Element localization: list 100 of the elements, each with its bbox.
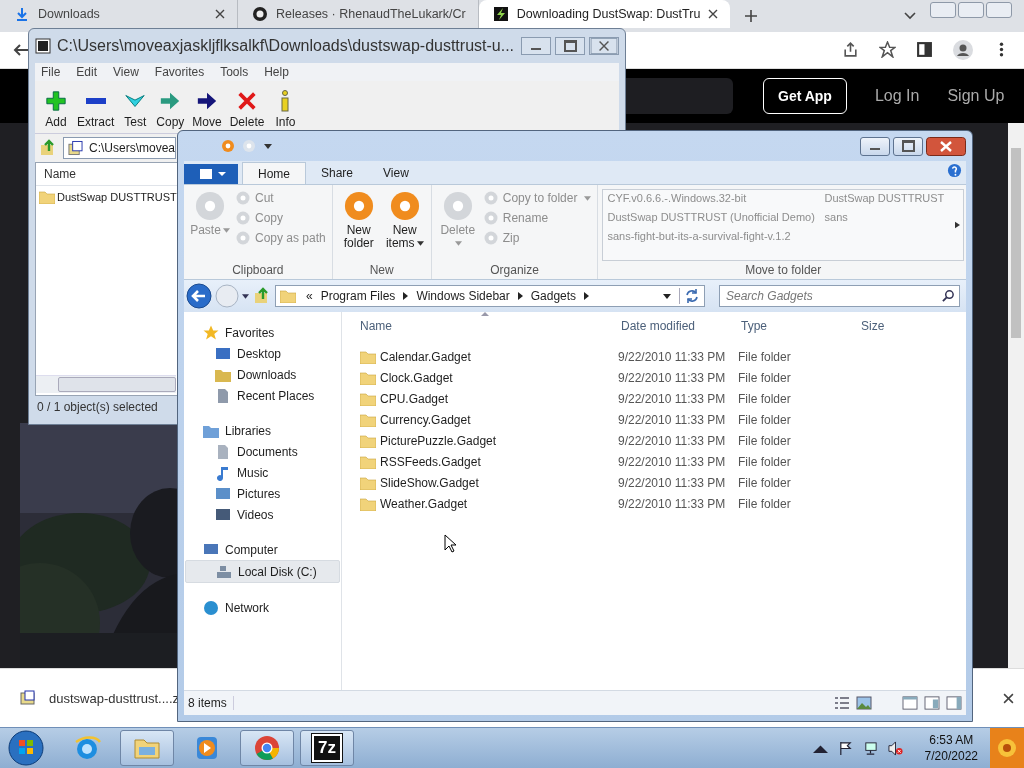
menu-item[interactable]: Edit: [76, 65, 98, 79]
clock[interactable]: 6:53 AM 7/20/2022: [924, 732, 978, 764]
new-tab-icon[interactable]: [744, 8, 759, 23]
column-header[interactable]: Name: [360, 319, 621, 333]
close-icon[interactable]: [215, 9, 225, 19]
file-menu-button[interactable]: [184, 164, 238, 184]
scrollbar[interactable]: [36, 375, 176, 393]
taskbar-button[interactable]: [240, 730, 294, 766]
breadcrumb-item[interactable]: Program Files: [320, 289, 396, 303]
caret-icon[interactable]: [242, 293, 249, 299]
toolbar-button[interactable]: Add: [39, 90, 73, 129]
details-pane-icon[interactable]: [946, 696, 962, 710]
back-arrow-icon[interactable]: [13, 41, 29, 58]
nav-item[interactable]: Music: [185, 462, 340, 483]
globe-icon: [203, 599, 219, 616]
ribbon-tab[interactable]: Share: [306, 162, 369, 184]
toolbar-button[interactable]: Copy: [152, 90, 189, 129]
speaker-muted-icon[interactable]: [887, 740, 903, 756]
caret-icon[interactable]: [403, 292, 409, 300]
nav-item[interactable]: Recent Places: [185, 385, 340, 406]
share-icon[interactable]: [842, 41, 859, 59]
menu-item[interactable]: File: [41, 65, 61, 79]
column-header[interactable]: Name: [44, 167, 76, 181]
maximize-button[interactable]: [555, 37, 585, 55]
back-button[interactable]: [186, 283, 212, 309]
nav-item[interactable]: Videos: [185, 504, 340, 525]
file-name[interactable]: Currency.Gadget: [360, 412, 618, 427]
column-header[interactable]: Type: [741, 319, 861, 333]
window-pane-icon[interactable]: [902, 696, 918, 710]
start-button[interactable]: [8, 730, 44, 766]
caret-icon[interactable]: [663, 293, 671, 299]
ribbon-tab[interactable]: Home: [242, 162, 306, 184]
ribbon-button[interactable]: New items: [384, 189, 425, 263]
maximize-button[interactable]: [893, 136, 923, 156]
taskbar-button[interactable]: [120, 730, 174, 766]
breadcrumb-item[interactable]: Windows Sidebar: [416, 289, 510, 303]
close-button[interactable]: [589, 37, 619, 55]
show-desktop-button[interactable]: [990, 728, 1024, 768]
file-name[interactable]: CPU.Gadget: [360, 391, 618, 406]
browser-tab[interactable]: Downloading DustSwap: DustTru: [478, 0, 731, 28]
menu-item[interactable]: View: [113, 65, 139, 79]
caret-icon[interactable]: [584, 292, 590, 300]
download-file-name[interactable]: dustswap-dusttrust....z: [49, 690, 180, 706]
file-name[interactable]: RSSFeeds.Gadget: [360, 454, 618, 469]
column-header[interactable]: Date modified: [621, 319, 741, 333]
nav-item[interactable]: Libraries: [185, 420, 340, 441]
minimize-button[interactable]: [521, 37, 551, 55]
menu-item[interactable]: Favorites: [154, 65, 205, 79]
chevron-down-icon[interactable]: [904, 11, 916, 20]
nav-item[interactable]: Favorites: [185, 322, 340, 343]
toolbar-button[interactable]: Move: [188, 90, 226, 129]
search-icon[interactable]: [942, 289, 955, 302]
taskbar-button[interactable]: 7z: [300, 730, 354, 766]
header-link[interactable]: Log In: [874, 87, 920, 105]
refresh-icon[interactable]: [679, 288, 700, 304]
nav-item[interactable]: Desktop: [185, 343, 340, 364]
ribbon-tab[interactable]: View: [368, 162, 424, 184]
path-field[interactable]: C:\Users\movea: [63, 137, 176, 159]
ribbon-button[interactable]: New folder: [338, 189, 379, 263]
caret-icon[interactable]: [955, 221, 960, 229]
toolbar-button[interactable]: Info: [268, 90, 303, 129]
file-name[interactable]: PicturePuzzle.Gadget: [360, 433, 618, 448]
search-field[interactable]: Search Gadgets: [719, 285, 960, 307]
side-panel-icon[interactable]: [916, 41, 933, 59]
details-view-icon[interactable]: [834, 696, 850, 710]
star-icon[interactable]: [879, 41, 896, 59]
profile-icon[interactable]: [953, 39, 973, 60]
breadcrumb-item[interactable]: Gadgets: [530, 289, 577, 303]
minimize-button[interactable]: [860, 136, 890, 156]
help-icon[interactable]: [947, 163, 962, 178]
caret-icon[interactable]: [517, 292, 523, 300]
file-row[interactable]: DustSwap DUSTTRUST: [39, 190, 177, 204]
nav-item[interactable]: Computer: [185, 539, 340, 560]
folder-icon: [360, 496, 376, 511]
nav-item[interactable]: Downloads: [185, 364, 340, 385]
file-name[interactable]: Calendar.Gadget: [360, 349, 618, 364]
file-name[interactable]: Weather.Gadget: [360, 496, 618, 511]
column-header[interactable]: Size: [861, 319, 941, 333]
file-name[interactable]: SlideShow.Gadget: [360, 475, 618, 490]
scrollbar[interactable]: [1008, 123, 1024, 668]
header-link[interactable]: Sign Up: [947, 87, 1005, 105]
menu-item[interactable]: Tools: [220, 65, 249, 79]
nav-item[interactable]: Network: [185, 597, 340, 618]
toolbar-button[interactable]: Delete: [225, 90, 269, 129]
preview-pane-icon[interactable]: [924, 696, 940, 710]
nav-item[interactable]: Documents: [185, 441, 340, 462]
network-icon[interactable]: [862, 740, 878, 756]
close-icon[interactable]: [1003, 692, 1014, 704]
header-link[interactable]: Get App: [763, 78, 847, 114]
flag-icon[interactable]: [837, 740, 853, 756]
nav-item[interactable]: Local Disk (C:): [185, 560, 340, 583]
menu-item[interactable]: Help: [264, 65, 289, 79]
file-name[interactable]: Clock.Gadget: [360, 370, 618, 385]
close-icon[interactable]: [708, 9, 719, 19]
overflow-chevron[interactable]: «: [306, 289, 313, 303]
toolbar-button[interactable]: Test: [118, 90, 153, 129]
toolbar-button[interactable]: Extract: [73, 90, 119, 129]
nav-item[interactable]: Pictures: [185, 483, 340, 504]
close-button[interactable]: [926, 136, 966, 156]
address-bar[interactable]: « Program Files Windows Sidebar Gadgets: [275, 285, 705, 307]
